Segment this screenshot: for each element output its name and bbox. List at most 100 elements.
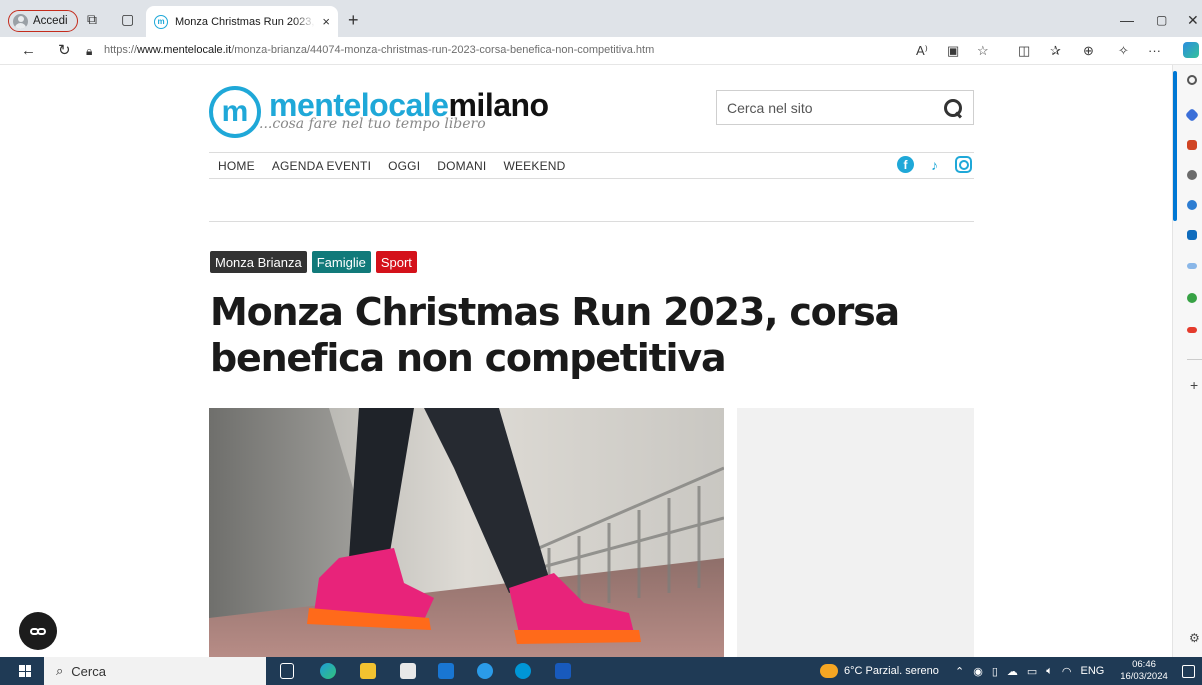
search-icon[interactable] — [943, 98, 963, 118]
logo-mark: m — [209, 86, 261, 138]
page-scrollbar[interactable] — [1173, 71, 1177, 221]
url-prefix: https:// — [104, 44, 138, 56]
url-host: www.mentelocale.it — [137, 44, 232, 56]
sidebar-add-icon[interactable]: + — [1190, 377, 1198, 393]
sidebar-office-icon[interactable] — [1187, 327, 1197, 333]
edge-app-icon[interactable] — [320, 663, 336, 679]
tray-wifi-icon[interactable]: ◠ — [1062, 665, 1072, 678]
web-page: m mentelocalemilano ...cosa fare nel tuo… — [0, 65, 1172, 657]
workspaces-icon[interactable]: ⧉ — [87, 12, 97, 26]
tray-record-icon[interactable]: ◉ — [973, 665, 983, 678]
system-tray: ⌃ ◉ ▯ ☁ ▭ 🔈︎ ◠ ENG — [955, 657, 1104, 685]
split-screen-icon[interactable]: ◫ — [1018, 44, 1030, 58]
search-placeholder: Cerca nel sito — [727, 99, 813, 116]
article-title: Monza Christmas Run 2023, corsa benefica… — [210, 290, 900, 380]
close-window-icon[interactable]: ✕ — [1187, 12, 1199, 29]
nav-item-agenda-eventi[interactable]: AGENDA EVENTI — [272, 159, 371, 173]
tag-famiglie[interactable]: Famiglie — [311, 251, 371, 273]
profile-avatar-icon — [13, 13, 28, 29]
immersive-reader-icon[interactable]: ▣ — [947, 44, 959, 58]
sidebar-games-icon[interactable] — [1187, 200, 1197, 210]
taskbar-clock[interactable]: 06:46 16/03/2024 — [1118, 659, 1170, 683]
collections-icon[interactable]: ⊕ — [1083, 44, 1094, 58]
tab-active[interactable]: m Monza Christmas Run 2023, corsa benefi… — [146, 6, 338, 37]
minimize-icon[interactable]: — — [1120, 12, 1134, 28]
url-path: /monza-brianza/44074-monza-christmas-run… — [231, 44, 655, 56]
back-icon[interactable]: ← — [21, 43, 36, 58]
site-info-icon[interactable]: 🔒︎ — [86, 44, 92, 58]
sidebar-settings-icon[interactable]: ⚙ — [1189, 631, 1200, 645]
logo-text: mentelocalemilano ...cosa fare nel tuo t… — [259, 88, 549, 132]
favorite-star-icon[interactable]: ☆ — [977, 44, 989, 58]
search-icon: ⌕ — [56, 663, 64, 678]
tag-monza-brianza[interactable]: Monza Brianza — [210, 251, 307, 273]
tab-close-icon[interactable]: × — [322, 14, 330, 29]
tab-title: Monza Christmas Run 2023, corsa benefica… — [175, 15, 315, 28]
taskbar-search[interactable]: ⌕ Cerca — [44, 657, 266, 685]
tag-sport[interactable]: Sport — [375, 251, 417, 273]
sidebar-tools-icon[interactable] — [1187, 170, 1197, 180]
task-view-icon[interactable] — [280, 663, 294, 679]
tray-phone-icon[interactable]: ▯ — [992, 665, 998, 678]
address-bar: ← ↻ 🔒︎ https://www.mentelocale.it/monza-… — [0, 37, 1202, 65]
site-logo[interactable]: m mentelocalemilano ...cosa fare nel tuo… — [209, 86, 549, 138]
instagram-icon[interactable] — [955, 156, 972, 173]
sidebar-divider — [1187, 359, 1202, 360]
refresh-icon[interactable]: ↻ — [58, 43, 71, 58]
article-hero-image — [209, 408, 724, 657]
link-icon-2 — [37, 627, 46, 635]
weather-icon — [820, 664, 838, 678]
sidebar-discover-icon[interactable] — [1184, 107, 1200, 123]
tab-actions-icon[interactable]: ▢ — [121, 12, 134, 26]
edge-sidebar: + ⚙ — [1172, 65, 1202, 657]
new-tab-button[interactable]: + — [348, 11, 359, 29]
ad-slot — [737, 408, 974, 657]
social-links: f ♪ — [897, 156, 972, 173]
tray-volume-icon[interactable]: 🔈︎ — [1046, 665, 1053, 678]
copilot-icon[interactable] — [1183, 42, 1199, 58]
tray-battery-icon[interactable]: ▭ — [1027, 665, 1037, 678]
sidebar-outlook-icon[interactable] — [1187, 230, 1197, 240]
sidebar-drop-icon[interactable] — [1187, 263, 1197, 269]
notifications-icon[interactable] — [1182, 665, 1195, 678]
clock-time: 06:46 — [1132, 659, 1156, 670]
url-field[interactable]: https://www.mentelocale.it/monza-brianza… — [104, 44, 654, 56]
windows-taskbar: ⌕ Cerca 6°C Parzial. sereno ⌃ ◉ ▯ ☁ ▭ 🔈︎… — [0, 657, 1202, 685]
sidebar-search-icon[interactable] — [1187, 75, 1197, 85]
nav-item-domani[interactable]: DOMANI — [437, 159, 486, 173]
weather-widget[interactable]: 6°C Parzial. sereno — [820, 657, 939, 685]
site-search-input[interactable]: Cerca nel sito — [716, 90, 974, 125]
facebook-icon[interactable]: f — [897, 156, 914, 173]
favorites-icon[interactable]: ✰ — [1050, 44, 1061, 58]
start-button[interactable] — [19, 665, 31, 677]
tiktok-icon[interactable]: ♪ — [926, 156, 943, 173]
read-aloud-icon[interactable]: A⁾ — [916, 44, 928, 58]
file-explorer-icon[interactable] — [360, 663, 376, 679]
store-icon[interactable] — [400, 663, 416, 679]
profile-label: Accedi — [33, 15, 68, 27]
profile-button[interactable]: Accedi — [8, 10, 78, 32]
category-tags: Monza Brianza Famiglie Sport — [210, 251, 417, 273]
sidebar-shopping-icon[interactable] — [1187, 140, 1197, 150]
tray-chevron-icon[interactable]: ⌃ — [955, 665, 964, 678]
weather-text: 6°C Parzial. sereno — [844, 665, 939, 677]
site-favicon-icon: m — [154, 14, 168, 29]
taskbar-search-label: Cerca — [71, 663, 106, 679]
tray-onedrive-icon[interactable]: ☁ — [1007, 665, 1018, 678]
nav-item-oggi[interactable]: OGGI — [388, 159, 420, 173]
running-shoes-photo — [209, 408, 724, 657]
app-icon-blue[interactable] — [477, 663, 493, 679]
tray-language[interactable]: ENG — [1081, 665, 1105, 677]
word-icon[interactable] — [555, 663, 571, 679]
extensions-icon[interactable]: ✧ — [1118, 44, 1129, 58]
nav-item-home[interactable]: HOME — [218, 159, 255, 173]
mail-icon[interactable] — [438, 663, 454, 679]
more-menu-icon[interactable]: ··· — [1148, 44, 1161, 58]
floating-accessibility-button[interactable] — [19, 612, 57, 650]
hp-icon[interactable] — [515, 663, 531, 679]
clock-date: 16/03/2024 — [1120, 671, 1168, 682]
restore-icon[interactable]: ▢ — [1156, 13, 1167, 27]
sidebar-tree-icon[interactable] — [1187, 293, 1197, 303]
nav-item-weekend[interactable]: WEEKEND — [503, 159, 565, 173]
browser-titlebar: Accedi ⧉ ▢ m Monza Christmas Run 2023, c… — [0, 0, 1202, 37]
